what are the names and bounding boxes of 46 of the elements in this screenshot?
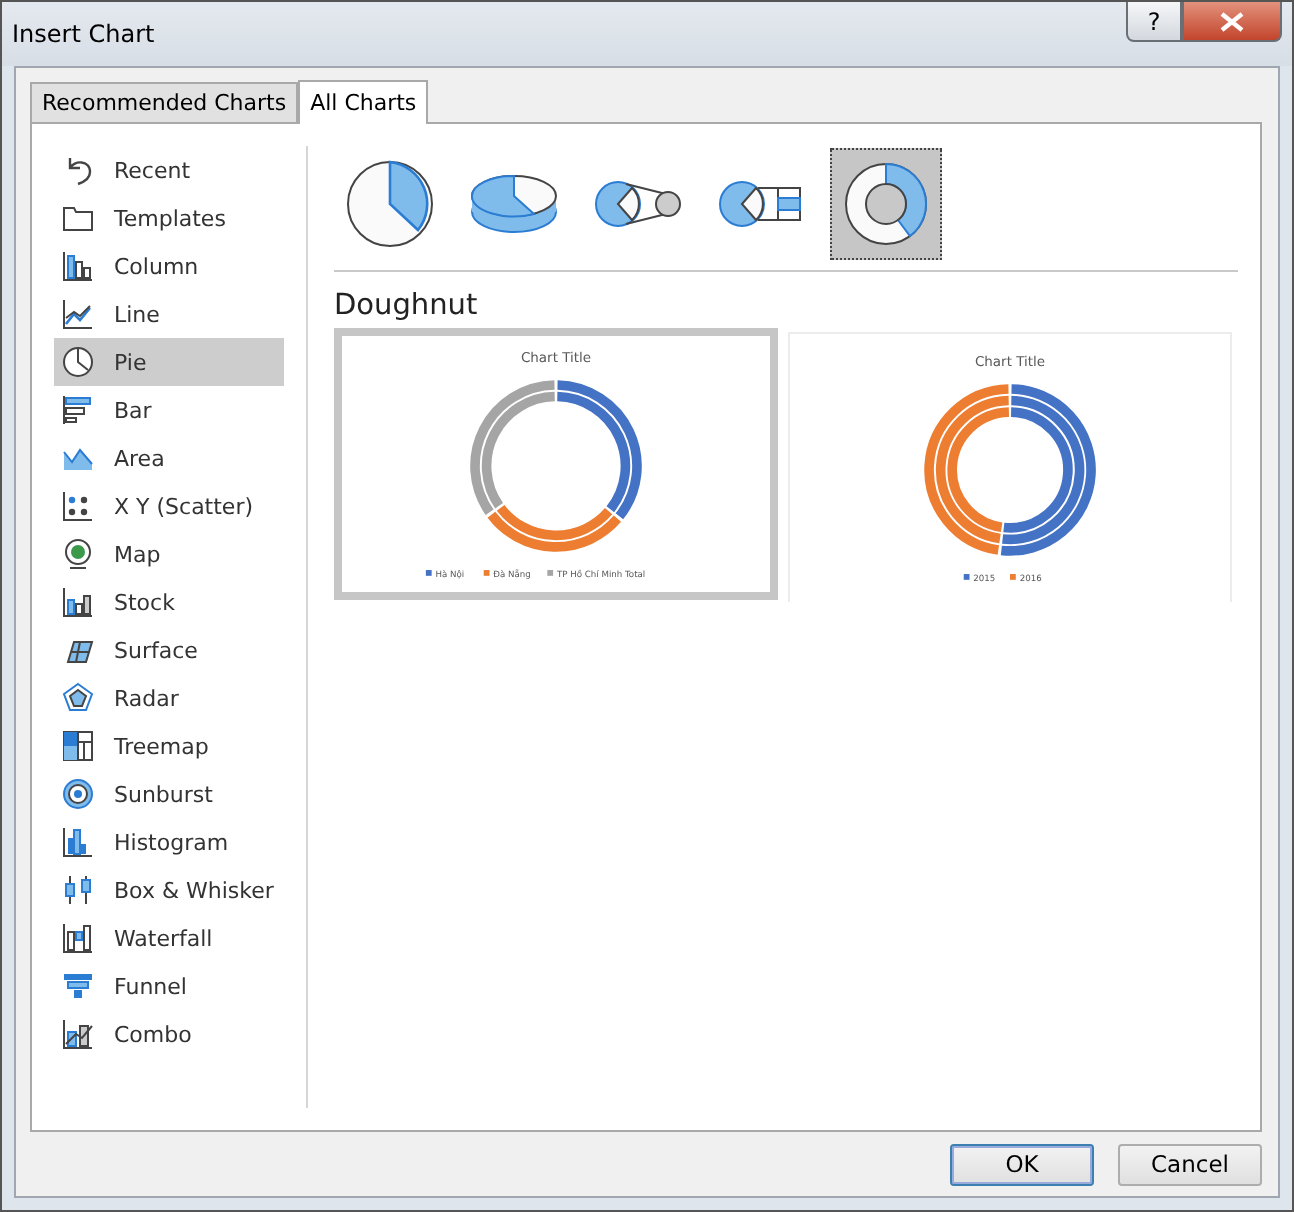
chart-type-item[interactable]: Surface <box>54 626 284 674</box>
chart-type-item[interactable]: Box & Whisker <box>54 866 284 914</box>
chart-type-item[interactable]: Combo <box>54 1010 284 1058</box>
waterfall-chart-icon <box>62 922 94 954</box>
help-button[interactable]: ? <box>1126 2 1182 42</box>
chart-type-item[interactable]: Line <box>54 290 284 338</box>
tab[interactable]: Recommended Charts <box>30 82 299 122</box>
chart-type-item[interactable]: Waterfall <box>54 914 284 962</box>
chart-type-item[interactable]: Recent <box>54 146 284 194</box>
scatter-chart-icon <box>62 490 94 522</box>
chart-type-item[interactable]: Bar <box>54 386 284 434</box>
chart-type-item[interactable]: Histogram <box>54 818 284 866</box>
dialog-button[interactable]: OK <box>950 1143 1094 1185</box>
treemap-icon <box>62 730 94 762</box>
funnel-icon <box>62 970 94 1002</box>
dialog-button[interactable]: Cancel <box>1118 1143 1262 1185</box>
histogram-icon <box>62 826 94 858</box>
subtype-heading: Doughnut <box>334 290 480 322</box>
chart-type-item[interactable]: Column <box>54 242 284 290</box>
chart-type-item[interactable]: X Y (Scatter) <box>54 482 284 530</box>
window-title: Insert Chart <box>12 20 155 48</box>
folder-icon <box>62 202 94 234</box>
pie-chart-icon <box>62 346 94 378</box>
globe-icon <box>62 538 94 570</box>
chart-type-item[interactable]: Map <box>54 530 284 578</box>
chart-type-item[interactable]: Stock <box>54 578 284 626</box>
chart-subtype-button[interactable] <box>830 148 942 260</box>
sunburst-icon <box>62 778 94 810</box>
close-button[interactable] <box>1182 2 1282 42</box>
chart-type-item[interactable]: Templates <box>54 194 284 242</box>
pie-chart-icon <box>342 156 438 252</box>
box-plot-icon <box>62 874 94 906</box>
combo-chart-icon <box>62 1018 94 1050</box>
chart-type-item[interactable]: Pie <box>54 338 284 386</box>
stock-chart-icon <box>62 586 94 618</box>
bar-chart-icon <box>62 394 94 426</box>
line-chart-icon <box>62 298 94 330</box>
column-chart-icon <box>62 250 94 282</box>
radar-chart-icon <box>62 682 94 714</box>
chart-type-item[interactable]: Funnel <box>54 962 284 1010</box>
tab[interactable]: All Charts <box>298 80 429 124</box>
chart-type-item[interactable]: Area <box>54 434 284 482</box>
close-icon <box>1220 11 1244 31</box>
chart-type-item[interactable]: Radar <box>54 674 284 722</box>
chart-type-item[interactable]: Sunburst <box>54 770 284 818</box>
chart-type-item[interactable]: Treemap <box>54 722 284 770</box>
